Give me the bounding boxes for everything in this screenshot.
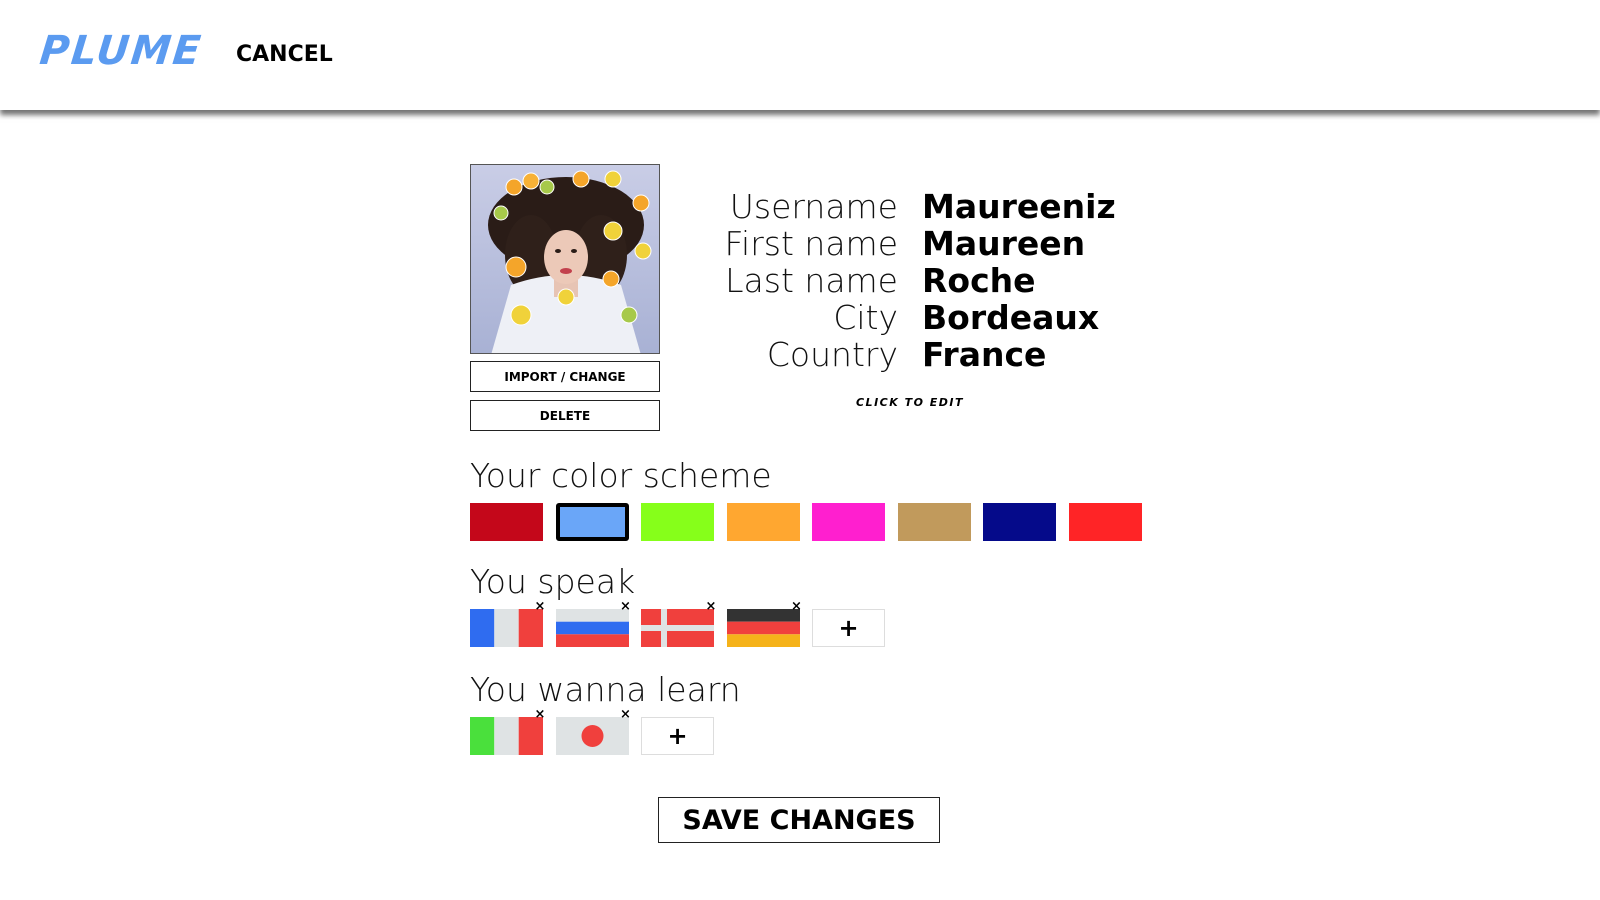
color-swatch-row — [470, 503, 1154, 541]
first-name-value[interactable]: Maureen — [922, 225, 1116, 262]
italy-flag-icon[interactable] — [470, 717, 543, 755]
first-name-label: First name — [724, 224, 898, 263]
cancel-button[interactable]: CANCEL — [236, 42, 333, 67]
last-name-value[interactable]: Roche — [922, 262, 1116, 299]
language-item-japanese: × — [555, 708, 631, 755]
russia-flag-icon[interactable] — [555, 609, 629, 647]
last-name-label: Last name — [725, 261, 898, 300]
remove-language-icon[interactable]: × — [790, 600, 804, 614]
japan-flag-icon[interactable] — [555, 717, 629, 755]
city-value[interactable]: Bordeaux — [922, 299, 1116, 336]
country-label: Country — [766, 335, 898, 374]
language-item-russian: × — [555, 600, 631, 647]
remove-language-icon[interactable]: × — [704, 600, 718, 614]
remove-language-icon[interactable]: × — [619, 708, 633, 722]
spoken-languages-row: × × × × + — [470, 600, 885, 647]
language-item-french: × — [470, 600, 545, 647]
profile-field-values: Maureeniz Maureen Roche Bordeaux France — [922, 188, 1116, 373]
plume-logo[interactable]: PLUME — [38, 28, 205, 74]
color-swatch[interactable] — [641, 503, 714, 541]
you-wanna-learn-title: You wanna learn — [470, 670, 741, 709]
remove-language-icon[interactable]: × — [533, 600, 547, 614]
remove-language-icon[interactable]: × — [533, 708, 547, 722]
import-change-photo-button[interactable]: IMPORT / CHANGE — [470, 361, 660, 392]
language-item-german: × — [726, 600, 802, 647]
color-swatch[interactable] — [726, 503, 800, 541]
remove-language-icon[interactable]: × — [619, 600, 633, 614]
color-swatch[interactable] — [555, 503, 629, 541]
color-swatch[interactable] — [983, 503, 1056, 541]
country-value[interactable]: France — [922, 336, 1116, 373]
save-changes-button[interactable]: SAVE CHANGES — [658, 797, 940, 843]
color-swatch[interactable] — [897, 503, 971, 541]
learning-languages-row: × × + — [470, 708, 714, 755]
username-label: Username — [729, 187, 898, 226]
you-speak-title: You speak — [470, 562, 636, 601]
username-value[interactable]: Maureeniz — [922, 188, 1116, 225]
profile-field-labels: Username First name Last name City Count… — [680, 188, 898, 373]
color-scheme-title: Your color scheme — [470, 456, 772, 495]
color-swatch[interactable] — [470, 503, 543, 541]
top-bar: PLUME CANCEL — [0, 0, 1600, 110]
delete-photo-button[interactable]: DELETE — [470, 400, 660, 431]
add-spoken-language-button[interactable]: + — [812, 609, 885, 647]
germany-flag-icon[interactable] — [726, 609, 800, 647]
france-flag-icon[interactable] — [470, 609, 543, 647]
language-item-italian: × — [470, 708, 545, 755]
language-item-danish: × — [641, 600, 716, 647]
click-to-edit-hint: CLICK TO EDIT — [855, 396, 965, 409]
city-label: City — [833, 298, 898, 337]
add-learning-language-button[interactable]: + — [641, 717, 714, 755]
profile-photo — [470, 164, 660, 354]
denmark-flag-icon[interactable] — [641, 609, 714, 647]
color-swatch[interactable] — [1068, 503, 1142, 541]
color-swatch[interactable] — [812, 503, 885, 541]
